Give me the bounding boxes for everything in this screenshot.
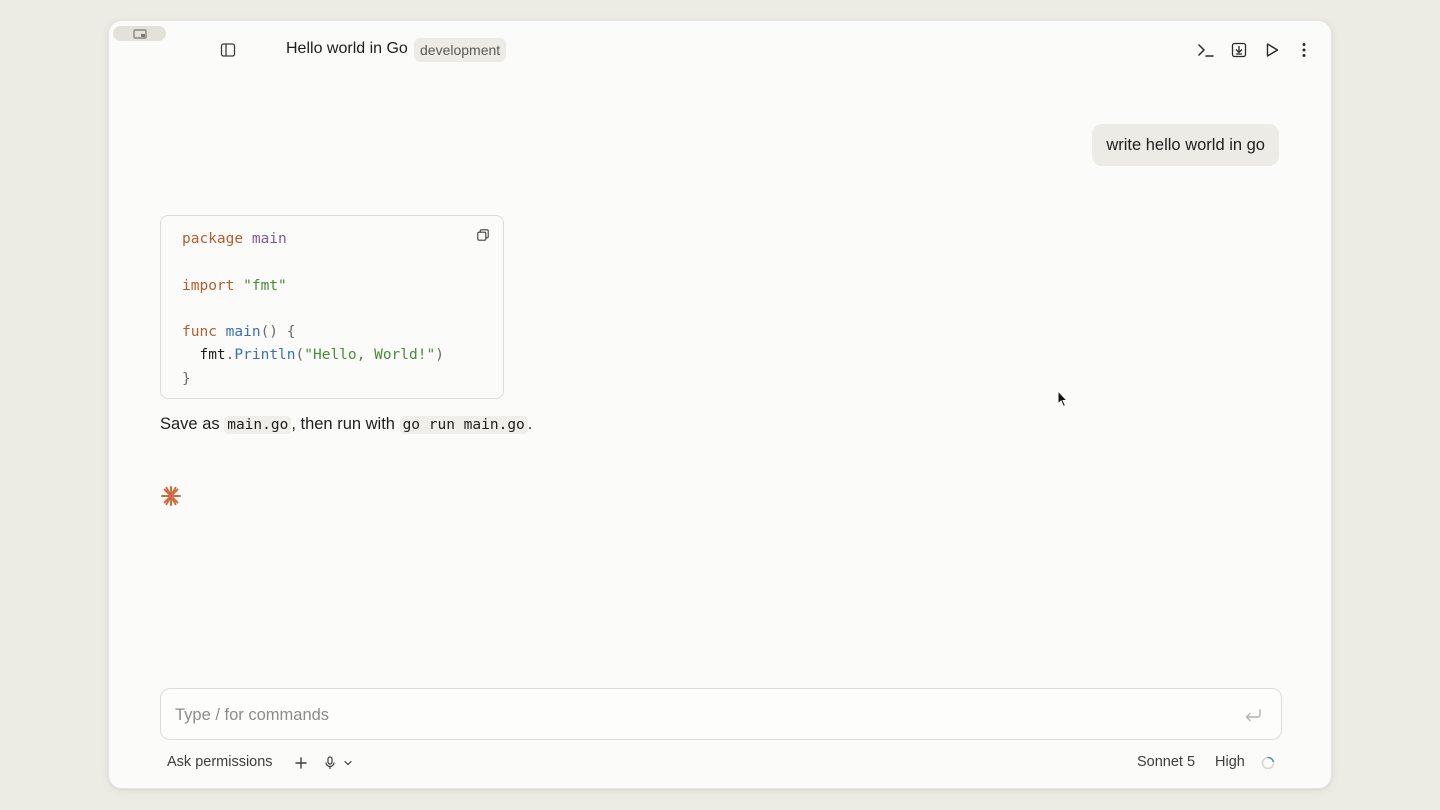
model-selector[interactable]: Sonnet 5 — [1137, 754, 1195, 770]
permissions-mode-button[interactable]: Ask permissions — [167, 754, 273, 770]
context-usage-indicator[interactable] — [1260, 754, 1276, 772]
user-message: write hello world in go — [1092, 124, 1279, 166]
send-button[interactable] — [1243, 705, 1263, 725]
sidebar-toggle-button[interactable] — [219, 41, 237, 59]
title-bar: Hello world in Go development — [109, 21, 1331, 79]
code-keyword: func — [182, 324, 217, 341]
answer-text: . — [527, 415, 533, 433]
more-vertical-icon — [1302, 43, 1306, 57]
progress-ring-icon — [1261, 756, 1275, 770]
assistant-message: Save as main.go, then run with go run ma… — [160, 415, 532, 434]
code-keyword: package — [182, 231, 244, 247]
mouse-cursor — [1057, 389, 1069, 408]
code-punctuation: } — [182, 370, 191, 387]
code-string: "fmt" — [243, 277, 287, 294]
code-string: "Hello, World!" — [304, 347, 436, 364]
enter-icon — [1245, 709, 1261, 722]
code-keyword: import — [182, 277, 235, 294]
code-punctuation: () { — [260, 324, 296, 341]
sidebar-icon — [220, 43, 236, 57]
cursor-arrow-icon — [1057, 389, 1069, 408]
terminal-icon — [1198, 44, 1214, 57]
code-function: main — [225, 324, 261, 341]
download-button[interactable] — [1229, 40, 1249, 60]
copy-icon — [477, 229, 489, 241]
code-identifier: fmt — [199, 347, 226, 364]
terminal-button[interactable] — [1196, 40, 1216, 60]
inline-code: main.go — [224, 416, 292, 434]
code-package-name: main — [251, 231, 287, 247]
plus-icon — [295, 757, 307, 769]
chevron-down-icon — [344, 760, 352, 766]
download-icon — [1231, 42, 1247, 58]
voice-input-button[interactable] — [324, 754, 358, 772]
code-block: package main import "fmt" func main() { … — [160, 215, 504, 399]
play-icon — [1266, 43, 1279, 57]
code-function: Println — [234, 347, 296, 364]
asterisk-spinner-icon — [161, 486, 181, 506]
thinking-indicator — [160, 485, 182, 507]
message-composer[interactable] — [160, 688, 1282, 741]
effort-selector[interactable]: High — [1215, 754, 1245, 770]
code-punctuation: ) — [435, 347, 444, 364]
run-button[interactable] — [1262, 40, 1282, 60]
copy-code-button[interactable] — [476, 228, 490, 242]
code-content: package main import "fmt" func main() { … — [182, 228, 444, 391]
answer-text: Save as — [160, 415, 225, 433]
command-input[interactable] — [173, 689, 1227, 741]
conversation-title: Hello world in Go — [286, 40, 408, 57]
inline-code: go run main.go — [399, 416, 528, 434]
answer-text: , then run with — [291, 415, 400, 433]
more-options-button[interactable] — [1294, 40, 1314, 60]
code-punctuation: ( — [295, 347, 305, 364]
add-attachment-button[interactable] — [293, 754, 309, 772]
microphone-icon — [325, 756, 335, 769]
app-window: Hello world in Go development write hell… — [108, 20, 1332, 789]
project-tag[interactable]: development — [414, 38, 507, 62]
